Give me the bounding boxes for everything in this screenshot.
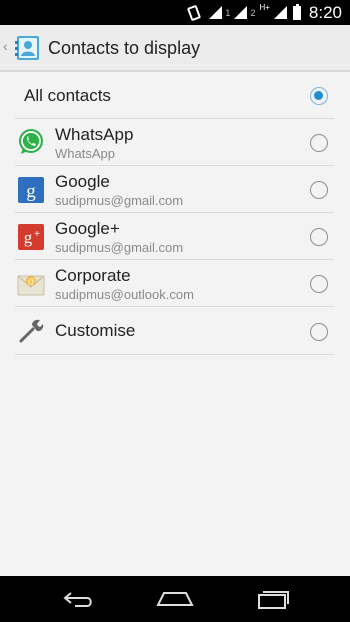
network-type-label: H+ bbox=[259, 3, 270, 12]
recents-button[interactable] bbox=[253, 584, 293, 614]
wrench-icon bbox=[19, 319, 44, 343]
whatsapp-icon bbox=[19, 129, 43, 154]
wifi-signal-icon bbox=[273, 6, 287, 19]
list-item-whatsapp[interactable]: WhatsApp WhatsApp bbox=[15, 119, 334, 166]
home-icon bbox=[156, 592, 194, 606]
chevron-left-icon[interactable]: ‹ bbox=[3, 39, 8, 53]
whatsapp-radio[interactable] bbox=[310, 134, 328, 152]
corporate-radio[interactable] bbox=[310, 275, 328, 293]
list-item-corporate[interactable]: @ Corporate sudipmus@outlook.com bbox=[15, 260, 334, 307]
signal-sim1-icon bbox=[209, 6, 223, 19]
clock: 8:20 bbox=[308, 2, 342, 22]
action-bar: ‹ Contacts to display bbox=[0, 25, 350, 72]
account-title: WhatsApp bbox=[55, 125, 134, 144]
google-plus-radio[interactable] bbox=[310, 228, 328, 246]
sim2-label: 2 bbox=[250, 7, 256, 18]
home-button[interactable] bbox=[155, 584, 195, 614]
contacts-app-icon[interactable] bbox=[14, 34, 42, 62]
signal-sim2-icon bbox=[234, 6, 248, 19]
battery-icon bbox=[292, 3, 301, 20]
customise-radio[interactable] bbox=[310, 323, 328, 341]
account-subtitle: sudipmus@outlook.com bbox=[55, 287, 194, 302]
recents-icon bbox=[258, 591, 289, 609]
all-contacts-label: All contacts bbox=[24, 86, 111, 105]
contacts-filter-list: All contacts WhatsApp WhatsApp g Google … bbox=[0, 72, 350, 576]
phone-rotate-icon bbox=[187, 4, 202, 21]
account-subtitle: sudipmus@gmail.com bbox=[55, 193, 184, 208]
status-bar: 1 2 H+ 8:20 bbox=[0, 0, 350, 25]
svg-text:g: g bbox=[24, 228, 33, 247]
account-title: Google bbox=[55, 172, 110, 191]
svg-text:@: @ bbox=[27, 277, 35, 286]
corporate-mail-icon: @ bbox=[17, 275, 45, 296]
list-item-google-plus[interactable]: g + Google+ sudipmus@gmail.com bbox=[15, 213, 334, 260]
account-title: Google+ bbox=[55, 219, 120, 238]
svg-text:+: + bbox=[34, 229, 40, 240]
sim1-label: 1 bbox=[225, 7, 231, 18]
google-radio[interactable] bbox=[310, 181, 328, 199]
all-contacts-radio[interactable] bbox=[310, 87, 328, 105]
back-button[interactable] bbox=[58, 584, 98, 614]
svg-text:g: g bbox=[26, 181, 36, 202]
account-subtitle: sudipmus@gmail.com bbox=[55, 240, 184, 255]
navigation-bar bbox=[0, 576, 350, 622]
customise-label: Customise bbox=[55, 321, 136, 340]
list-item-customise[interactable]: Customise bbox=[15, 307, 334, 355]
google-icon: g bbox=[18, 177, 44, 203]
list-item-all-contacts[interactable]: All contacts bbox=[15, 72, 334, 119]
google-plus-icon: g + bbox=[18, 224, 44, 250]
page-title: Contacts to display bbox=[48, 38, 201, 58]
list-item-google[interactable]: g Google sudipmus@gmail.com bbox=[15, 166, 334, 213]
account-subtitle: WhatsApp bbox=[55, 146, 115, 161]
status-icons: 1 2 H+ 8:20 bbox=[187, 0, 342, 25]
account-title: Corporate bbox=[55, 266, 131, 285]
back-icon bbox=[63, 592, 92, 607]
